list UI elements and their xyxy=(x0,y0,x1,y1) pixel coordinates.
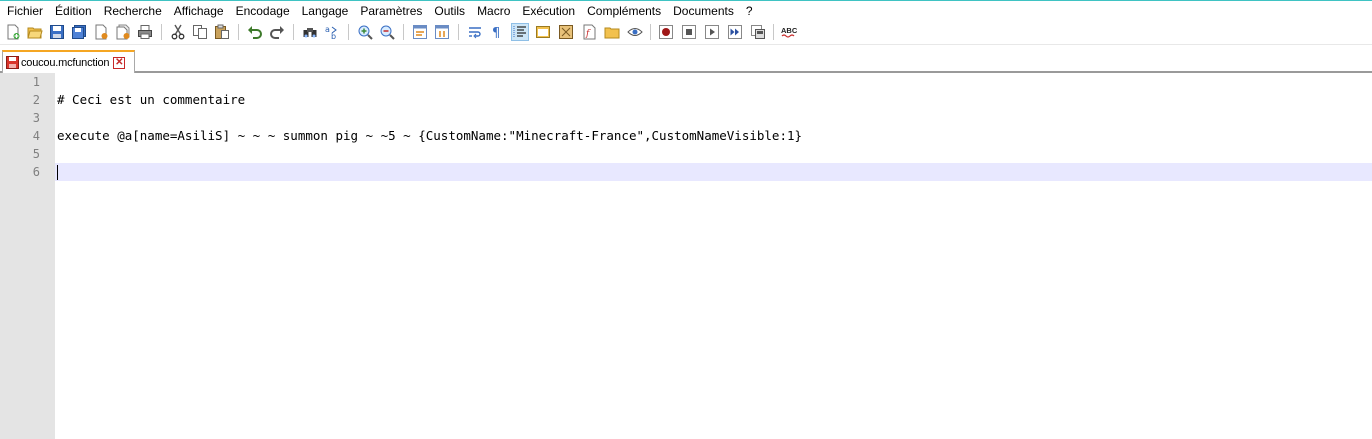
menu-edition[interactable]: Édition xyxy=(49,2,98,20)
line-number: 1 xyxy=(32,75,40,89)
editor[interactable]: 1 2 3 4 5 6 # Ceci est un commentaire ex… xyxy=(0,73,1372,439)
current-line-highlight xyxy=(55,163,1372,181)
sync-horizontal-icon[interactable] xyxy=(433,23,451,41)
menu-recherche[interactable]: Recherche xyxy=(98,2,168,20)
svg-text:b: b xyxy=(331,32,336,40)
line-number-gutter: 1 2 3 4 5 6 xyxy=(0,73,55,439)
menu-encodage[interactable]: Encodage xyxy=(230,2,296,20)
save-all-icon[interactable] xyxy=(70,23,88,41)
toolbar-separator xyxy=(650,24,651,40)
indent-guide-icon[interactable] xyxy=(511,23,529,41)
svg-text:a: a xyxy=(325,25,330,34)
line-number: 2 xyxy=(32,93,40,107)
code-line[interactable]: # Ceci est un commentaire xyxy=(57,91,245,109)
menu-parametres[interactable]: Paramètres xyxy=(354,2,428,20)
undo-icon[interactable] xyxy=(246,23,264,41)
show-all-chars-icon[interactable]: ¶ xyxy=(488,23,506,41)
folder-workspace-icon[interactable] xyxy=(603,23,621,41)
tab-label: coucou.mcfunction xyxy=(21,56,110,69)
print-icon[interactable] xyxy=(136,23,154,41)
open-file-icon[interactable] xyxy=(26,23,44,41)
copy-icon[interactable] xyxy=(191,23,209,41)
replace-icon[interactable]: ab xyxy=(323,23,341,41)
macro-record-icon[interactable] xyxy=(657,23,675,41)
macro-save-icon[interactable] xyxy=(749,23,767,41)
menu-fichier[interactable]: Fichier xyxy=(1,2,49,20)
menu-bar: Fichier Édition Recherche Affichage Enco… xyxy=(0,1,1372,20)
save-icon[interactable] xyxy=(48,23,66,41)
toolbar-separator xyxy=(403,24,404,40)
cut-icon[interactable] xyxy=(169,23,187,41)
svg-text:¶: ¶ xyxy=(492,26,500,40)
menu-affichage[interactable]: Affichage xyxy=(168,2,230,20)
toolbar-separator xyxy=(161,24,162,40)
find-icon[interactable] xyxy=(301,23,319,41)
toolbar-separator xyxy=(773,24,774,40)
macro-stop-icon[interactable] xyxy=(680,23,698,41)
line-number: 4 xyxy=(32,129,40,143)
tab-coucou-mcfunction[interactable]: coucou.mcfunction ✕ xyxy=(2,50,135,73)
svg-text:ABC: ABC xyxy=(781,26,797,35)
line-number: 3 xyxy=(32,111,40,125)
sync-vertical-icon[interactable] xyxy=(411,23,429,41)
spellcheck-icon[interactable]: ABC xyxy=(780,23,798,41)
macro-play-multiple-icon[interactable] xyxy=(726,23,744,41)
macro-play-icon[interactable] xyxy=(703,23,721,41)
toolbar: ab ¶ f ABC xyxy=(0,20,1372,45)
toolbar-separator xyxy=(348,24,349,40)
close-tab-icon[interactable]: ✕ xyxy=(113,56,126,69)
menu-outils[interactable]: Outils xyxy=(428,2,471,20)
redo-icon[interactable] xyxy=(268,23,286,41)
unsaved-file-icon xyxy=(6,56,19,69)
zoom-in-icon[interactable] xyxy=(356,23,374,41)
toolbar-separator xyxy=(238,24,239,40)
menu-documents[interactable]: Documents xyxy=(667,2,740,20)
word-wrap-icon[interactable] xyxy=(466,23,484,41)
menu-complements[interactable]: Compléments xyxy=(581,2,667,20)
doc-map-icon[interactable] xyxy=(557,23,575,41)
menu-execution[interactable]: Exécution xyxy=(516,2,581,20)
zoom-out-icon[interactable] xyxy=(378,23,396,41)
line-number: 6 xyxy=(32,165,40,179)
new-file-icon[interactable] xyxy=(4,23,22,41)
tab-bar: coucou.mcfunction ✕ xyxy=(0,45,1372,73)
monitoring-eye-icon[interactable] xyxy=(626,23,644,41)
toolbar-separator xyxy=(458,24,459,40)
function-list-icon[interactable]: f xyxy=(580,23,598,41)
toolbar-separator xyxy=(293,24,294,40)
menu-macro[interactable]: Macro xyxy=(471,2,516,20)
menu-langage[interactable]: Langage xyxy=(296,2,355,20)
code-line[interactable]: execute @a[name=AsiliS] ~ ~ ~ summon pig… xyxy=(57,127,802,145)
close-file-icon[interactable] xyxy=(92,23,110,41)
user-language-icon[interactable] xyxy=(534,23,552,41)
close-all-icon[interactable] xyxy=(114,23,132,41)
text-caret xyxy=(57,165,58,180)
line-number: 5 xyxy=(32,147,40,161)
paste-icon[interactable] xyxy=(213,23,231,41)
menu-help[interactable]: ? xyxy=(740,2,759,20)
